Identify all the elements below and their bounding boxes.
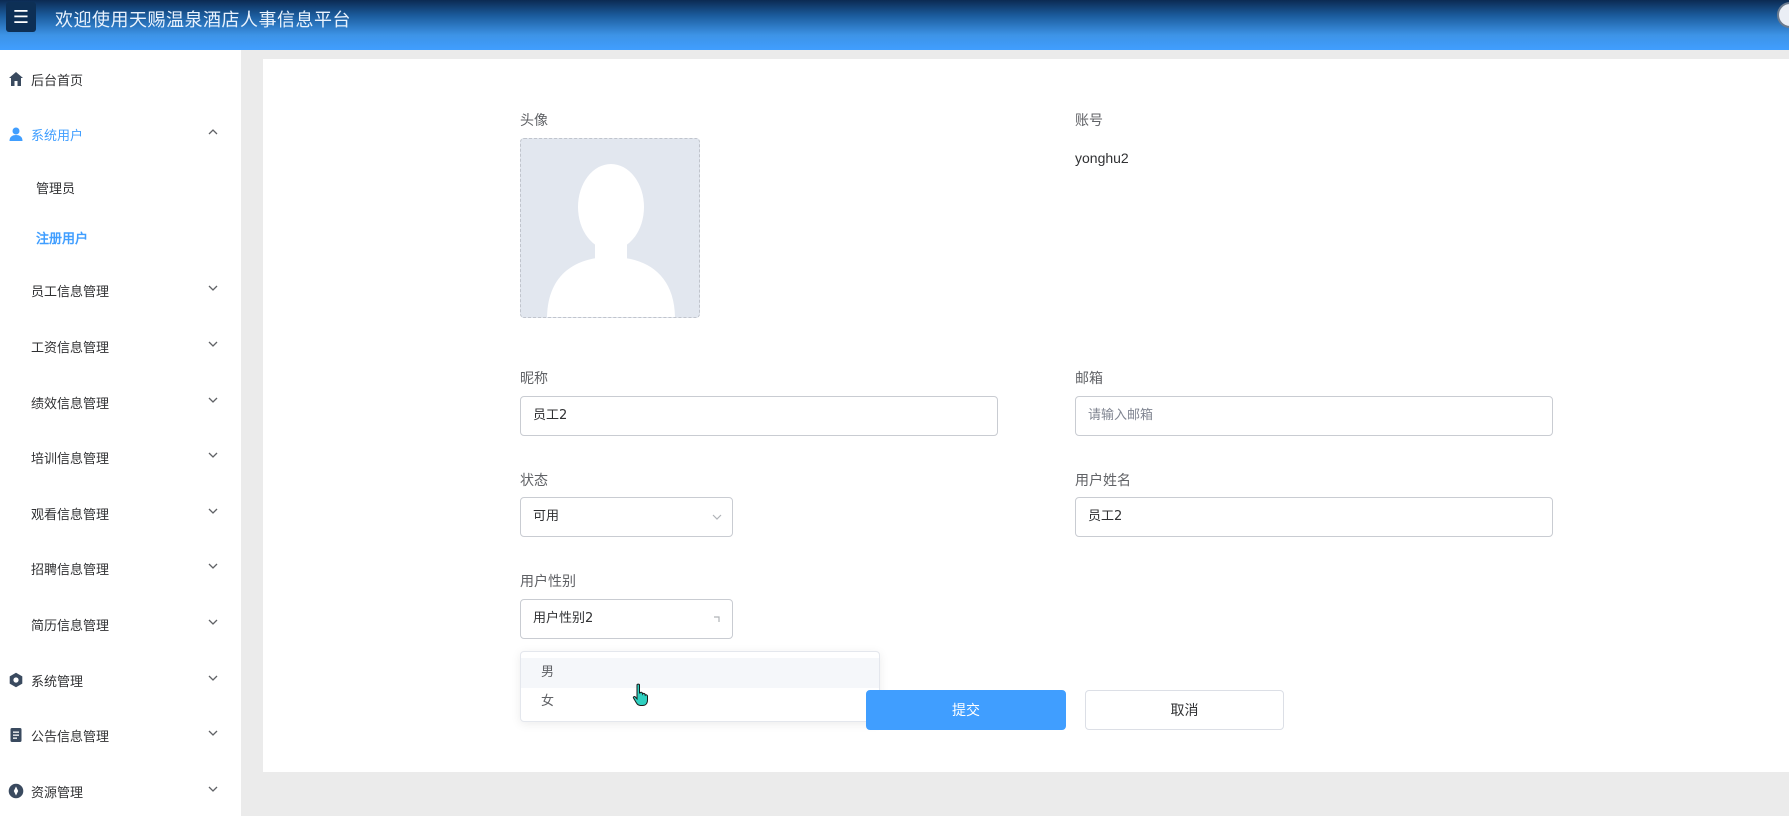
sidebar-item-announcement-info[interactable]: 公告信息管理 <box>0 715 241 755</box>
user-avatar[interactable] <box>1777 2 1789 28</box>
chevron-down-icon <box>208 786 218 792</box>
sidebar-item-label: 系统用户 <box>31 128 84 144</box>
sidebar-item-performance-info[interactable]: 绩效信息管理 <box>0 382 241 422</box>
status-select[interactable]: 可用 <box>520 497 733 537</box>
chevron-down-icon <box>208 508 218 514</box>
chevron-down-icon <box>208 285 218 291</box>
sidebar-subitem-label: 管理员 <box>36 181 76 197</box>
chevron-down-icon <box>208 341 218 347</box>
app-title: 欢迎使用天赐温泉酒店人事信息平台 <box>55 10 351 31</box>
grid-icon <box>8 394 24 410</box>
gender-select-value: 用户性别2 <box>533 611 594 626</box>
grid-icon <box>8 282 24 298</box>
chevron-down-icon <box>208 730 218 736</box>
chevron-down-icon <box>208 452 218 458</box>
chevron-down-icon <box>712 514 722 520</box>
sidebar-item-label: 观看信息管理 <box>31 507 110 523</box>
sidebar-subitem-admin[interactable]: 管理员 <box>0 167 241 207</box>
hamburger-icon[interactable]: ☰ <box>6 2 36 32</box>
cancel-button[interactable]: 取消 <box>1085 690 1284 730</box>
gender-select[interactable]: 用户性别2 <box>520 599 733 639</box>
sidebar-item-label: 工资信息管理 <box>31 340 110 356</box>
avatar-upload[interactable] <box>520 138 700 318</box>
sidebar-item-label: 后台首页 <box>31 73 84 89</box>
top-header: ☰ 欢迎使用天赐温泉酒店人事信息平台 <box>0 0 1789 50</box>
email-label: 邮箱 <box>1075 371 1103 387</box>
grid-icon <box>8 560 24 576</box>
sidebar-item-home[interactable]: 后台首页 <box>0 59 241 99</box>
document-icon <box>8 727 24 743</box>
sidebar-item-training-info[interactable]: 培训信息管理 <box>0 437 241 477</box>
sidebar-item-employee-info[interactable]: 员工信息管理 <box>0 270 241 310</box>
pointer-cursor-icon <box>632 683 648 706</box>
account-label: 账号 <box>1075 113 1103 129</box>
sidebar-item-recruitment-info[interactable]: 招聘信息管理 <box>0 548 241 588</box>
sidebar-item-resume-info[interactable]: 简历信息管理 <box>0 604 241 644</box>
submit-button[interactable]: 提交 <box>866 690 1066 730</box>
status-select-value: 可用 <box>533 509 560 524</box>
sidebar-item-label: 简历信息管理 <box>31 618 110 634</box>
sidebar-item-label: 培训信息管理 <box>31 451 110 467</box>
sidebar-item-label: 绩效信息管理 <box>31 396 110 412</box>
sidebar-item-system-users[interactable]: 系统用户 <box>0 114 241 154</box>
chevron-up-icon <box>208 129 218 135</box>
sidebar-item-label: 资源管理 <box>31 785 84 801</box>
loading-icon <box>714 616 720 622</box>
compass-icon <box>8 783 24 799</box>
grid-icon <box>8 338 24 354</box>
email-input[interactable]: 请输入邮箱 <box>1075 396 1553 436</box>
chevron-down-icon <box>208 675 218 681</box>
dropdown-option-male[interactable]: 男 <box>521 658 879 688</box>
sidebar-subitem-registered-users[interactable]: 注册用户 <box>0 217 241 257</box>
grid-icon <box>8 449 24 465</box>
gender-dropdown: 男 女 <box>520 651 880 722</box>
sidebar: 后台首页 系统用户 管理员 注册用户 员工信息管理 工资信息管理 绩效信息管理 … <box>0 50 241 816</box>
sidebar-item-label: 招聘信息管理 <box>31 562 110 578</box>
user-icon <box>8 126 24 142</box>
grid-icon <box>8 505 24 521</box>
gear-icon <box>8 672 24 688</box>
grid-icon <box>8 616 24 632</box>
avatar-placeholder-icon <box>547 164 675 317</box>
sidebar-item-label: 公告信息管理 <box>31 729 110 745</box>
username-label: 用户姓名 <box>1075 473 1131 489</box>
sidebar-item-label: 员工信息管理 <box>31 284 110 300</box>
sidebar-item-system-management[interactable]: 系统管理 <box>0 660 241 700</box>
chevron-down-icon <box>208 397 218 403</box>
nickname-label: 昵称 <box>520 371 548 387</box>
chevron-down-icon <box>208 563 218 569</box>
sidebar-item-label: 系统管理 <box>31 674 84 690</box>
account-value: yonghu2 <box>1075 150 1129 166</box>
sidebar-subitem-label: 注册用户 <box>36 231 89 247</box>
form-card <box>263 59 1789 772</box>
avatar-label: 头像 <box>520 113 548 129</box>
gender-label: 用户性别 <box>520 574 576 590</box>
chevron-down-icon <box>208 619 218 625</box>
username-input[interactable]: 员工2 <box>1075 497 1553 537</box>
sidebar-item-salary-info[interactable]: 工资信息管理 <box>0 326 241 366</box>
dropdown-option-female[interactable]: 女 <box>521 687 879 717</box>
sidebar-item-resource-management[interactable]: 资源管理 <box>0 771 241 811</box>
nickname-input[interactable]: 员工2 <box>520 396 998 436</box>
sidebar-item-viewing-info[interactable]: 观看信息管理 <box>0 493 241 533</box>
status-label: 状态 <box>520 473 548 489</box>
home-icon <box>8 71 24 87</box>
